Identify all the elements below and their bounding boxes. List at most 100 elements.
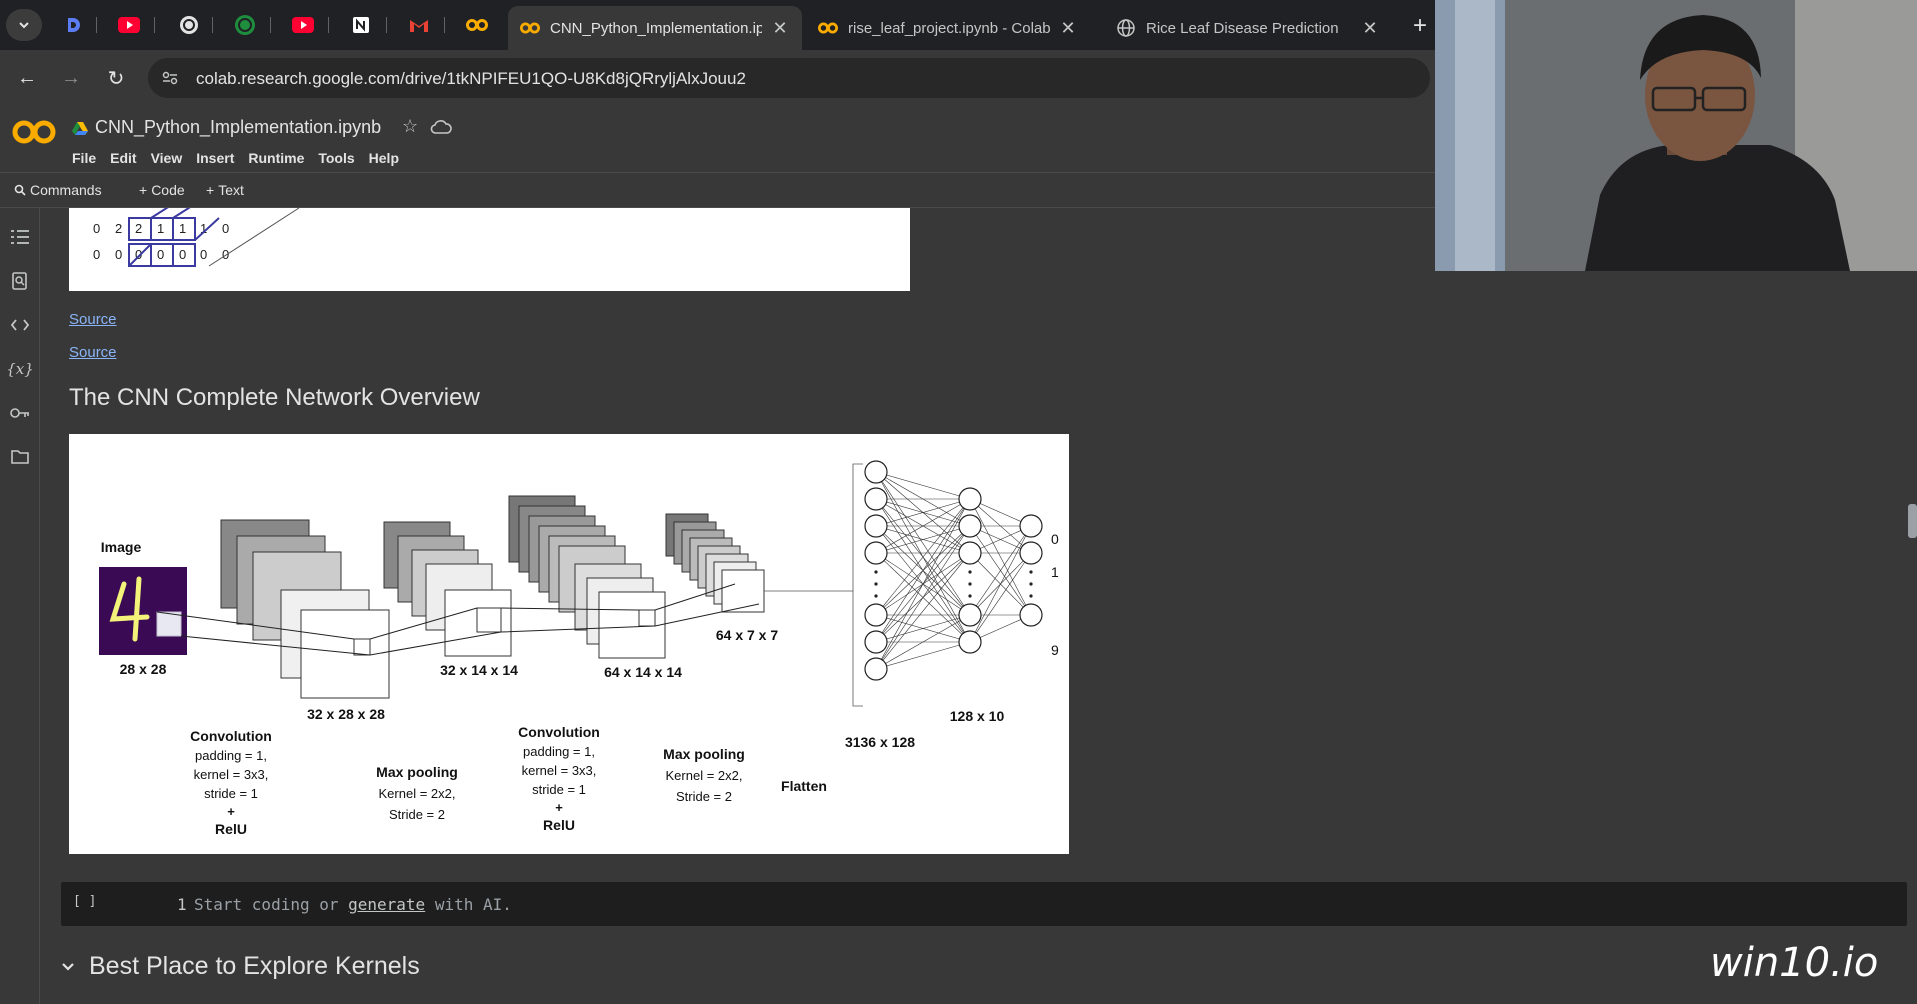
fc-neuron: [958, 630, 982, 654]
conv2-feature-maps: [508, 495, 666, 659]
matrix-cell: 0: [222, 247, 229, 262]
code-snippets-icon[interactable]: [8, 313, 32, 337]
chevron-down-icon[interactable]: [61, 962, 75, 972]
colab-logo-icon: [466, 19, 488, 31]
pool2-dim: 64 x 7 x 7: [716, 627, 778, 643]
variables-icon[interactable]: {x}: [6, 357, 34, 381]
pinned-tab-green[interactable]: [228, 10, 262, 40]
close-tab-icon[interactable]: ✕: [770, 18, 790, 39]
star-icon[interactable]: ☆: [402, 116, 418, 137]
svg-text:Convolution: Convolution: [518, 724, 600, 740]
matrix-cell: 2: [115, 221, 122, 236]
pinned-tab-colab[interactable]: [460, 10, 494, 40]
pinned-tab-gmail[interactable]: [402, 10, 436, 40]
fc-neuron: [864, 487, 888, 511]
search-icon: [14, 184, 26, 196]
pinned-tab-chatgpt[interactable]: [172, 10, 206, 40]
gmail-icon: [410, 20, 428, 32]
menu-tools[interactable]: Tools: [318, 150, 354, 166]
matrix-cell: 0: [222, 221, 229, 236]
tab-separator: [270, 17, 271, 33]
conv2-dim: 64 x 14 x 14: [604, 664, 682, 680]
pinned-tab-notion[interactable]: [344, 10, 378, 40]
colab-logo-icon[interactable]: [12, 118, 56, 146]
matrix-cell: 0: [157, 247, 164, 262]
table-of-contents-icon[interactable]: [8, 225, 32, 249]
add-code-button[interactable]: + Code: [139, 182, 185, 198]
chevron-down-icon: [19, 22, 29, 29]
menu-view[interactable]: View: [151, 150, 183, 166]
find-replace-icon[interactable]: [8, 269, 32, 293]
menu-insert[interactable]: Insert: [196, 150, 234, 166]
tab-rice-leaf-prediction[interactable]: Rice Leaf Disease Prediction ✕: [1104, 6, 1392, 50]
scrollbar-thumb[interactable]: [1908, 504, 1917, 538]
youtube-icon: [292, 17, 314, 33]
forward-arrow-icon[interactable]: →: [57, 64, 85, 92]
pinned-tab-youtube[interactable]: [112, 10, 146, 40]
presenter-video-icon: [1435, 0, 1917, 271]
pool1-dim: 32 x 14 x 14: [440, 662, 518, 678]
ellipsis-dot: [968, 594, 972, 598]
notebook-title[interactable]: CNN_Python_Implementation.ipynb: [95, 117, 381, 138]
code-placeholder[interactable]: Start coding or generate with AI.: [194, 895, 512, 914]
tab-search-button[interactable]: [6, 9, 42, 41]
fc-neuron: [864, 514, 888, 538]
output-label: 9: [1051, 642, 1059, 658]
menu-help[interactable]: Help: [369, 150, 399, 166]
commands-button[interactable]: Commands: [14, 182, 102, 198]
site-settings-icon[interactable]: [160, 68, 180, 88]
matrix-cell: 0: [179, 247, 186, 262]
fc-neuron: [958, 541, 982, 565]
tab-title: rise_leaf_project.ipynb - Colab: [848, 19, 1050, 37]
fc-neuron: [864, 541, 888, 565]
tab-rice-leaf-notebook[interactable]: rise_leaf_project.ipynb - Colab ✕: [806, 6, 1090, 50]
fc-neuron: [864, 603, 888, 627]
line-number: 1: [177, 895, 187, 914]
cloud-saved-icon[interactable]: [430, 119, 452, 135]
flatten-caption: Flatten: [781, 778, 827, 794]
cnn-overview-diagram: Image 28 x 28 32 x 28 x 28 32 x 14 x 14 …: [69, 434, 1069, 854]
notebook-content: 0 2 2 1 1 1 0 0 0 0 0 0 0 0 Source Sourc…: [41, 208, 1917, 1004]
svg-text:kernel = 3x3,: kernel = 3x3,: [522, 763, 597, 778]
menu-file[interactable]: File: [72, 150, 96, 166]
new-tab-button[interactable]: +: [1405, 12, 1435, 40]
fc-neuron: [1019, 514, 1043, 538]
run-cell-button[interactable]: [ ]: [73, 894, 96, 909]
reload-icon[interactable]: ↻: [102, 64, 130, 92]
section-heading: The CNN Complete Network Overview: [69, 384, 480, 411]
menu-runtime[interactable]: Runtime: [248, 150, 304, 166]
source-link[interactable]: Source: [69, 311, 117, 328]
tab-separator: [328, 17, 329, 33]
pinned-tab-d[interactable]: [56, 10, 90, 40]
files-folder-icon[interactable]: [8, 445, 32, 469]
collapsed-section-header[interactable]: Best Place to Explore Kernels: [61, 952, 420, 981]
url-text: colab.research.google.com/drive/1tkNPIFE…: [196, 69, 746, 88]
tab-separator: [444, 17, 445, 33]
close-tab-icon[interactable]: ✕: [1058, 18, 1078, 39]
source-link[interactable]: Source: [69, 344, 117, 361]
ellipsis-dot: [968, 582, 972, 586]
generate-link[interactable]: generate: [348, 895, 425, 914]
tab-title: Rice Leaf Disease Prediction: [1146, 19, 1339, 37]
omnibox[interactable]: colab.research.google.com/drive/1tkNPIFE…: [148, 58, 1430, 98]
tab-cnn-notebook[interactable]: CNN_Python_Implementation.ipynb ✕: [508, 6, 802, 50]
fc-connection: [969, 525, 1032, 643]
menu-edit[interactable]: Edit: [110, 150, 136, 166]
secrets-key-icon[interactable]: [8, 401, 32, 425]
close-tab-icon[interactable]: ✕: [1360, 18, 1380, 39]
google-drive-icon: [72, 122, 88, 135]
fc-neuron: [1019, 603, 1043, 627]
back-arrow-icon[interactable]: ←: [13, 64, 41, 92]
colab-logo-icon: [818, 22, 838, 34]
empty-code-cell[interactable]: [ ] 1 Start coding or generate with AI.: [61, 882, 1907, 926]
add-text-button[interactable]: + Text: [206, 182, 244, 198]
output-label: 0: [1051, 531, 1059, 547]
pinned-tab-youtube-2[interactable]: [286, 10, 320, 40]
section-title: Best Place to Explore Kernels: [89, 952, 420, 980]
ellipsis-dot: [1029, 594, 1033, 598]
svg-text:+: +: [227, 804, 235, 819]
fc2-dim: 128 x 10: [950, 708, 1005, 724]
tab-separator: [154, 17, 155, 33]
green-app-icon: [235, 15, 255, 35]
ellipsis-dot: [1029, 582, 1033, 586]
